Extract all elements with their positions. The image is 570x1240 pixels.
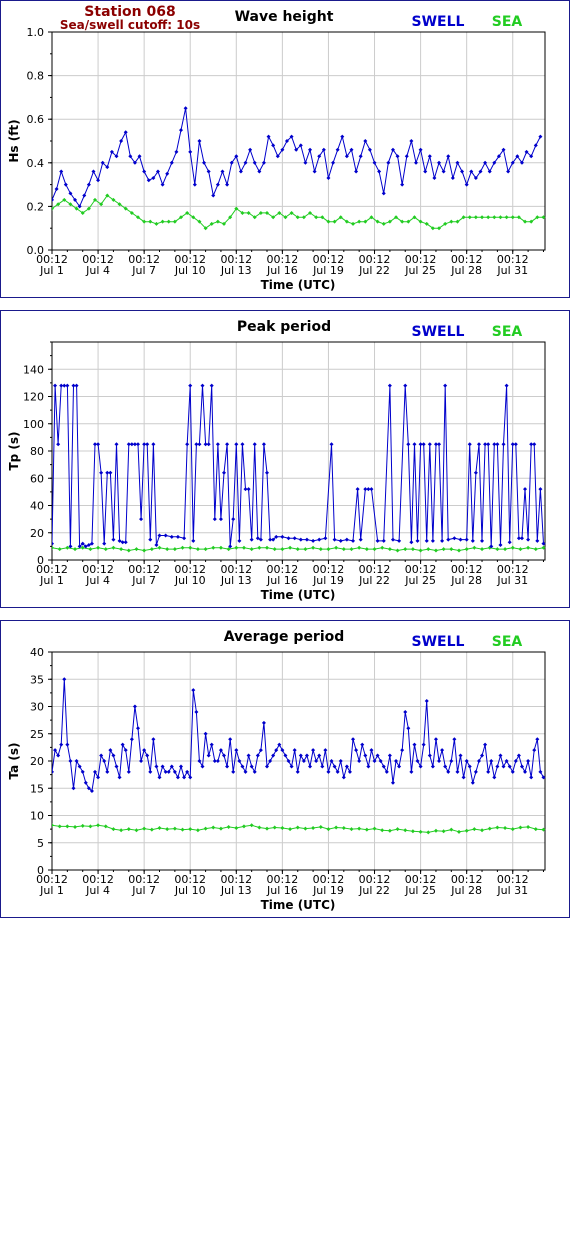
- y-tick-label: 20: [30, 527, 44, 540]
- x-tick-date: Jul 28: [450, 884, 482, 897]
- x-tick-date: Jul 16: [266, 574, 298, 587]
- y-tick-label: 30: [30, 701, 44, 714]
- x-axis-label: Time (UTC): [261, 278, 336, 292]
- x-axis-label: Time (UTC): [261, 588, 336, 602]
- y-tick-label: 25: [30, 728, 44, 741]
- legend-sea: SEA: [492, 14, 523, 30]
- x-tick-date: Jul 31: [496, 574, 528, 587]
- chart-title: Average period: [224, 629, 345, 645]
- y-tick-label: 5: [37, 837, 44, 850]
- x-tick-date: Jul 10: [174, 574, 206, 587]
- x-tick-date: Jul 22: [358, 264, 390, 277]
- x-tick-date: Jul 7: [131, 884, 156, 897]
- x-tick-date: Jul 4: [85, 574, 110, 587]
- x-tick-date: Jul 1: [39, 264, 64, 277]
- y-tick-label: 1.0: [27, 26, 45, 39]
- legend-swell: SWELL: [412, 324, 465, 340]
- y-tick-label: 40: [30, 500, 44, 513]
- x-tick-date: Jul 4: [85, 884, 110, 897]
- x-axis-label: Time (UTC): [261, 898, 336, 912]
- x-tick-date: Jul 25: [404, 884, 436, 897]
- y-tick-label: 0.4: [27, 157, 45, 170]
- x-tick-date: Jul 19: [312, 574, 344, 587]
- x-tick-date: Jul 7: [131, 264, 156, 277]
- y-tick-label: 120: [23, 391, 44, 404]
- average-period-panel: 0 5 10 15 20 25 30 35 40 00:12 Jul 1 00:12 Jul 4 00:1…: [0, 620, 570, 918]
- x-tick-date: Jul 22: [358, 574, 390, 587]
- x-tick-date: Jul 16: [266, 264, 298, 277]
- y-tick-label: 0.2: [27, 200, 45, 213]
- average-period-chart: 051015202530354000:12Jul 100:12Jul 400:1…: [7, 629, 546, 912]
- y-tick-label: 0.6: [27, 113, 45, 126]
- x-tick-date: Jul 10: [174, 264, 206, 277]
- y-tick-label: 35: [30, 673, 44, 686]
- x-tick-date: Jul 13: [220, 264, 252, 277]
- x-tick-date: Jul 7: [131, 574, 156, 587]
- x-tick-date: Jul 13: [220, 884, 252, 897]
- station-subtitle: Sea/swell cutoff: 10s: [60, 18, 200, 32]
- legend-sea: SEA: [492, 634, 523, 650]
- y-tick-label: 100: [23, 418, 44, 431]
- peak-period-chart: 02040608010012014000:12Jul 100:12Jul 400…: [7, 319, 546, 602]
- x-tick-date: Jul 25: [404, 574, 436, 587]
- x-tick-date: Jul 19: [312, 884, 344, 897]
- y-tick-label: 60: [30, 472, 44, 485]
- peak-period-panel: 0 20 40 60 80 100 120 140 00:12 Jul 1 00:12 Jul 4 00…: [0, 310, 570, 608]
- x-tick-date: Jul 28: [450, 264, 482, 277]
- x-tick-date: Jul 10: [174, 884, 206, 897]
- wave-height-panel: 0.0 0.2 0.4 0.6 0.8 1.0 00:12 Jul 1 00:12 Jul 4 00…: [0, 0, 570, 298]
- x-tick-date: Jul 28: [450, 574, 482, 587]
- x-tick-date: Jul 16: [266, 884, 298, 897]
- legend-swell: SWELL: [412, 14, 465, 30]
- chart-title: Peak period: [237, 319, 331, 335]
- x-tick-date: Jul 1: [39, 574, 64, 587]
- y-tick-label: 0.8: [27, 70, 45, 83]
- y-tick-label: 140: [23, 363, 44, 376]
- x-tick-date: Jul 13: [220, 574, 252, 587]
- y-axis-label: Ta (s): [7, 742, 21, 779]
- y-axis-label: Tp (s): [7, 431, 21, 470]
- x-tick-date: Jul 19: [312, 264, 344, 277]
- x-tick-date: Jul 4: [85, 264, 110, 277]
- x-tick-date: Jul 31: [496, 264, 528, 277]
- y-tick-label: 20: [30, 755, 44, 768]
- x-tick-date: Jul 1: [39, 884, 64, 897]
- wave-height-chart: 0.00.20.40.60.81.000:12Jul 100:12Jul 400…: [7, 4, 546, 292]
- y-tick-label: 15: [30, 782, 44, 795]
- x-tick-date: Jul 22: [358, 884, 390, 897]
- legend-swell: SWELL: [412, 634, 465, 650]
- chart-title: Wave height: [235, 9, 334, 25]
- y-tick-label: 10: [30, 810, 44, 823]
- y-axis-label: Hs (ft): [7, 119, 21, 162]
- x-tick-date: Jul 25: [404, 264, 436, 277]
- y-tick-label: 40: [30, 646, 44, 659]
- legend-sea: SEA: [492, 324, 523, 340]
- x-tick-date: Jul 31: [496, 884, 528, 897]
- y-tick-label: 80: [30, 445, 44, 458]
